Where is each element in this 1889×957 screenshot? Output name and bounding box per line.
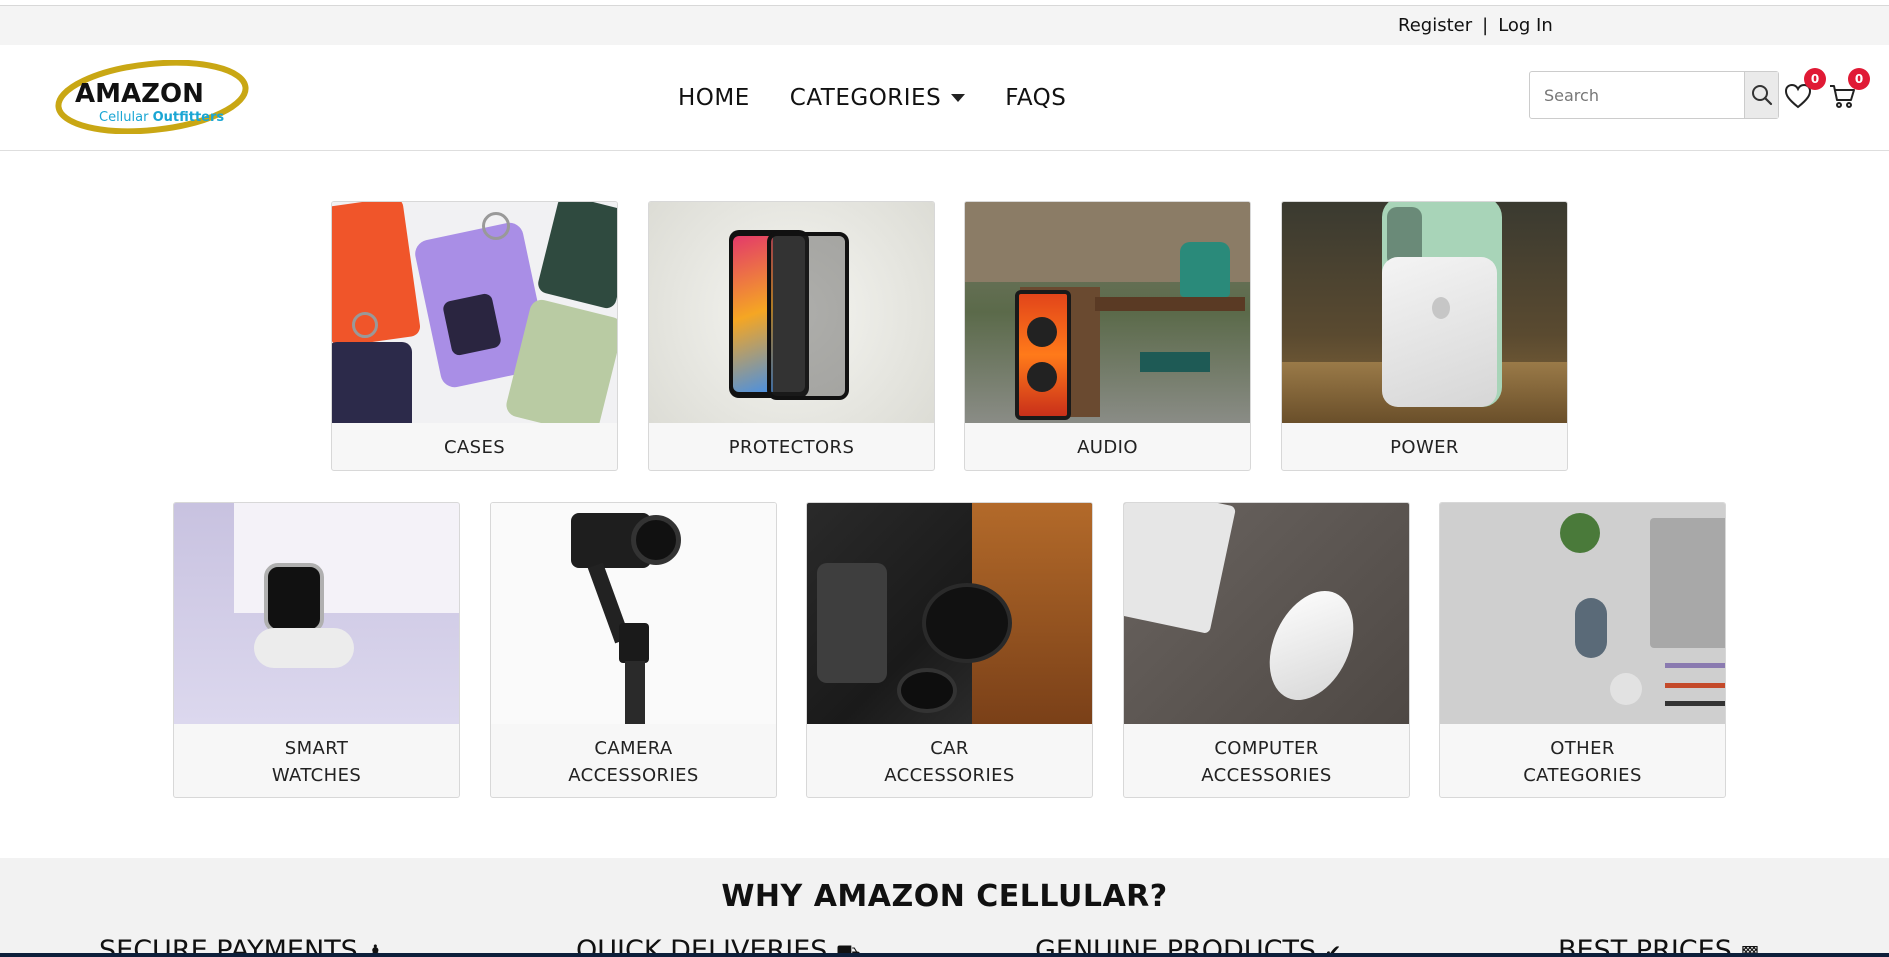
card-label: AUDIO xyxy=(1077,437,1138,458)
wishlist-button[interactable]: 0 xyxy=(1784,68,1826,111)
cart-button[interactable]: 0 xyxy=(1828,68,1870,111)
search-icon xyxy=(1751,85,1772,106)
why-section: WHY AMAZON CELLULAR? SECURE PAYMENTS ♟ Q… xyxy=(0,858,1889,957)
other-categories-image xyxy=(1440,503,1725,724)
nav-categories[interactable]: CATEGORIES xyxy=(790,85,966,111)
card-label: COMPUTER ACCESSORIES xyxy=(1201,738,1332,786)
card-label: PROTECTORS xyxy=(728,437,855,458)
search-button[interactable] xyxy=(1744,72,1778,118)
card-label: POWER xyxy=(1390,437,1459,458)
auth-separator: | xyxy=(1482,15,1489,36)
computer-accessories-image xyxy=(1124,503,1409,724)
site-logo[interactable]: AMAZON Cellular Outfitters xyxy=(55,60,250,134)
search-input[interactable] xyxy=(1530,72,1744,118)
auth-links: Register | Log In xyxy=(1398,15,1553,36)
register-link[interactable]: Register xyxy=(1398,15,1472,36)
card-label: SMART WATCHES xyxy=(271,738,362,786)
category-card-camera-accessories[interactable]: CAMERA ACCESSORIES xyxy=(490,502,777,798)
card-label: OTHER CATEGORIES xyxy=(1523,738,1642,786)
caret-down-icon xyxy=(951,94,966,102)
audio-image xyxy=(965,202,1250,423)
card-label: CAR ACCESSORIES xyxy=(884,738,1015,786)
category-card-car-accessories[interactable]: CAR ACCESSORIES xyxy=(806,502,1093,798)
cases-image xyxy=(332,202,617,423)
category-card-power[interactable]: POWER xyxy=(1281,201,1568,471)
why-title: WHY AMAZON CELLULAR? xyxy=(721,879,1168,914)
car-accessories-image xyxy=(807,503,1092,724)
category-card-audio[interactable]: AUDIO xyxy=(964,201,1251,471)
protectors-image xyxy=(649,202,934,423)
main-menu: HOME CATEGORIES FAQS xyxy=(678,85,1066,111)
logo-sub-text: Cellular Outfitters xyxy=(99,110,225,125)
wishlist-count-badge: 0 xyxy=(1804,68,1826,90)
category-card-smart-watches[interactable]: SMART WATCHES xyxy=(173,502,460,798)
logo-brand-text: AMAZON xyxy=(75,79,204,109)
power-image xyxy=(1282,202,1567,423)
category-card-other-categories[interactable]: OTHER CATEGORIES xyxy=(1439,502,1726,798)
cart-count-badge: 0 xyxy=(1848,68,1870,90)
bottom-divider xyxy=(0,953,1889,957)
camera-accessories-image xyxy=(491,503,776,724)
card-label: CAMERA ACCESSORIES xyxy=(568,738,699,786)
card-label: CASES xyxy=(443,437,506,458)
top-bar: Register | Log In xyxy=(0,5,1889,45)
nav-home[interactable]: HOME xyxy=(678,85,750,111)
category-card-protectors[interactable]: PROTECTORS xyxy=(648,201,935,471)
search-box xyxy=(1529,71,1779,119)
login-link[interactable]: Log In xyxy=(1498,15,1553,36)
category-card-cases[interactable]: CASES xyxy=(331,201,618,471)
category-card-computer-accessories[interactable]: COMPUTER ACCESSORIES xyxy=(1123,502,1410,798)
smart-watches-image xyxy=(174,503,459,724)
nav-faqs[interactable]: FAQS xyxy=(1005,85,1066,111)
main-navbar: AMAZON Cellular Outfitters HOME CATEGORI… xyxy=(0,45,1889,151)
